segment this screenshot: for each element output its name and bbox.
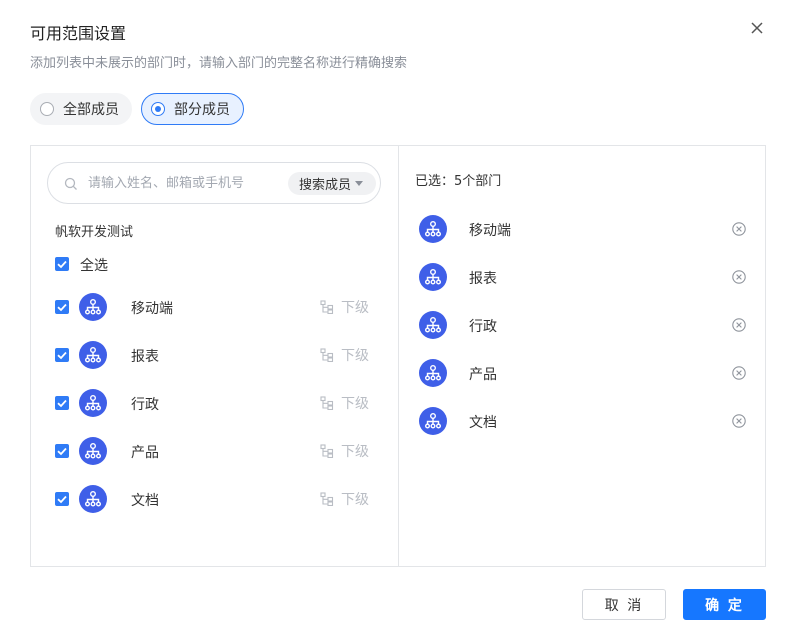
department-checkbox[interactable] bbox=[55, 396, 69, 410]
select-all-label: 全选 bbox=[80, 258, 108, 274]
department-avatar bbox=[79, 341, 107, 369]
search-type-select[interactable]: 搜索成员 bbox=[288, 172, 376, 195]
department-label: 产品 bbox=[131, 445, 159, 461]
org-tree-icon bbox=[425, 269, 441, 285]
department-label: 报表 bbox=[131, 349, 159, 365]
checkmark-icon bbox=[57, 351, 67, 360]
sub-level-button[interactable]: 下级 bbox=[320, 490, 369, 508]
org-tree-icon bbox=[425, 221, 441, 237]
org-name: 帆软开发测试 bbox=[55, 225, 134, 240]
department-checkbox[interactable] bbox=[55, 348, 69, 362]
selected-summary: 已选：5个部门 bbox=[415, 174, 502, 189]
org-tree-icon bbox=[85, 299, 101, 315]
panel-divider bbox=[398, 146, 399, 566]
department-label: 移动端 bbox=[131, 301, 173, 317]
select-all-checkbox[interactable] bbox=[55, 257, 69, 271]
sub-level-label: 下级 bbox=[341, 492, 369, 508]
remove-circle-icon[interactable] bbox=[731, 269, 747, 285]
radio-unselected[interactable] bbox=[40, 102, 54, 116]
remove-circle-icon[interactable] bbox=[731, 413, 747, 429]
dialog-title: 可用范围设置 bbox=[30, 24, 127, 43]
selected-item-label: 文档 bbox=[469, 415, 497, 431]
selected-item-label: 报表 bbox=[469, 271, 497, 287]
selected-item-label: 产品 bbox=[469, 367, 497, 383]
checkmark-icon bbox=[57, 495, 67, 504]
scope-option-all-members[interactable]: 全部成员 bbox=[30, 93, 132, 125]
radio-selected[interactable] bbox=[151, 102, 165, 116]
selected-item-label: 移动端 bbox=[469, 223, 511, 239]
org-tree-icon bbox=[85, 443, 101, 459]
scope-settings-dialog: 可用范围设置 添加列表中未展示的部门时，请输入部门的完整名称进行精确搜索 全部成… bbox=[0, 0, 790, 642]
department-checkbox[interactable] bbox=[55, 444, 69, 458]
sub-level-label: 下级 bbox=[341, 396, 369, 412]
org-tree-icon bbox=[425, 317, 441, 333]
chevron-down-icon bbox=[355, 181, 364, 186]
remove-circle-icon[interactable] bbox=[731, 221, 747, 237]
scope-option-partial-members[interactable]: 部分成员 bbox=[141, 93, 244, 125]
department-avatar bbox=[79, 293, 107, 321]
hierarchy-icon bbox=[320, 348, 334, 362]
confirm-button[interactable]: 确 定 bbox=[683, 589, 766, 620]
department-avatar bbox=[419, 311, 447, 339]
checkmark-icon bbox=[57, 303, 67, 312]
sub-level-label: 下级 bbox=[341, 300, 369, 316]
sub-level-label: 下级 bbox=[341, 348, 369, 364]
scope-option-label: 部分成员 bbox=[174, 102, 230, 118]
sub-level-button[interactable]: 下级 bbox=[320, 442, 369, 460]
department-avatar bbox=[79, 485, 107, 513]
close-icon[interactable] bbox=[746, 17, 768, 39]
selected-item-label: 行政 bbox=[469, 319, 497, 335]
department-checkbox[interactable] bbox=[55, 492, 69, 506]
department-avatar bbox=[419, 215, 447, 243]
org-tree-icon bbox=[425, 413, 441, 429]
remove-circle-icon[interactable] bbox=[731, 317, 747, 333]
department-label: 行政 bbox=[131, 397, 159, 413]
hierarchy-icon bbox=[320, 444, 334, 458]
checkmark-icon bbox=[57, 399, 67, 408]
search-icon bbox=[64, 177, 77, 190]
member-search-box: 搜索成员 bbox=[47, 162, 381, 204]
sub-level-button[interactable]: 下级 bbox=[320, 298, 369, 316]
sub-level-button[interactable]: 下级 bbox=[320, 346, 369, 364]
department-avatar bbox=[79, 389, 107, 417]
sub-level-button[interactable]: 下级 bbox=[320, 394, 369, 412]
department-label: 文档 bbox=[131, 493, 159, 509]
remove-circle-icon[interactable] bbox=[731, 365, 747, 381]
cancel-button[interactable]: 取 消 bbox=[582, 589, 666, 620]
checkmark-icon bbox=[57, 447, 67, 456]
search-type-value: 搜索成员 bbox=[299, 178, 352, 193]
search-input[interactable] bbox=[88, 173, 278, 193]
department-avatar bbox=[79, 437, 107, 465]
hierarchy-icon bbox=[320, 300, 334, 314]
scope-option-label: 全部成员 bbox=[63, 102, 119, 118]
sub-level-label: 下级 bbox=[341, 444, 369, 460]
org-tree-icon bbox=[85, 395, 101, 411]
checkmark-icon bbox=[57, 260, 67, 269]
dialog-subtitle: 添加列表中未展示的部门时，请输入部门的完整名称进行精确搜索 bbox=[30, 56, 408, 71]
department-avatar bbox=[419, 407, 447, 435]
hierarchy-icon bbox=[320, 396, 334, 410]
org-tree-icon bbox=[85, 491, 101, 507]
department-checkbox[interactable] bbox=[55, 300, 69, 314]
hierarchy-icon bbox=[320, 492, 334, 506]
department-avatar bbox=[419, 359, 447, 387]
org-tree-icon bbox=[85, 347, 101, 363]
org-tree-icon bbox=[425, 365, 441, 381]
department-avatar bbox=[419, 263, 447, 291]
